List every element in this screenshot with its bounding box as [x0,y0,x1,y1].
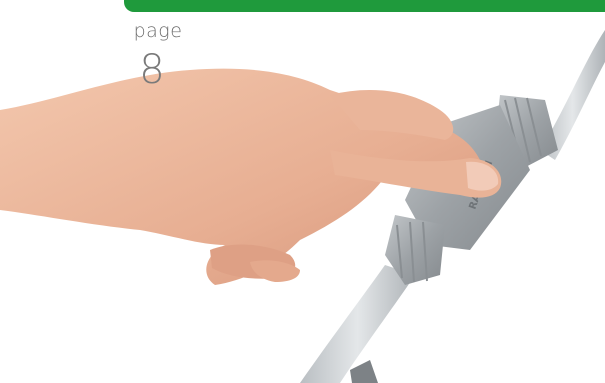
page-label: page [133,20,183,42]
product-photo: RAYTECH [0,30,605,383]
lower-cable [300,265,415,383]
bottom-clip [350,360,378,383]
header-accent-bar [124,0,605,12]
page-number: 8 [139,47,165,93]
